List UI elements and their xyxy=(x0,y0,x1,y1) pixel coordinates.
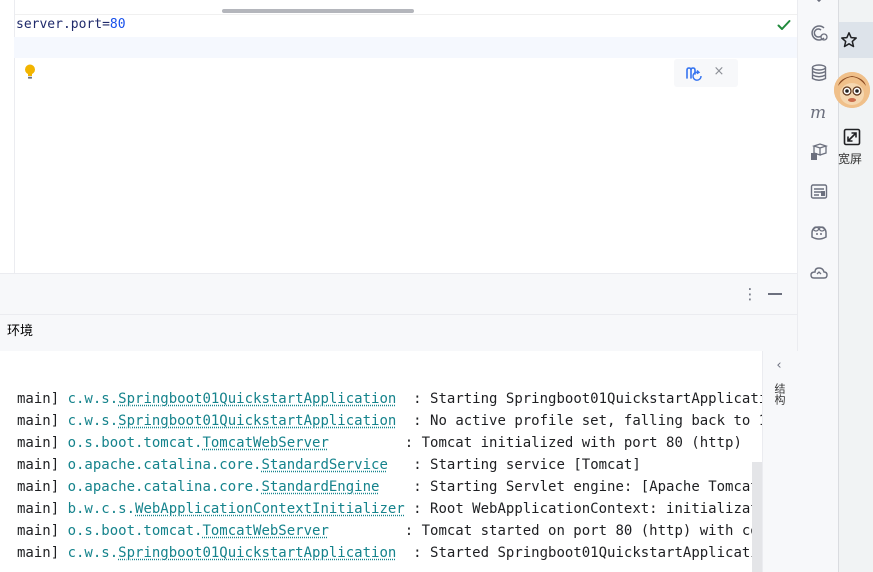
log-padding xyxy=(329,523,405,539)
tool-window-header xyxy=(0,274,797,314)
copilot-icon[interactable] xyxy=(809,222,829,242)
log-padding xyxy=(379,479,413,495)
log-class-link[interactable]: StandardService xyxy=(261,457,387,473)
star-icon[interactable] xyxy=(840,31,858,49)
log-message: : Starting Springboot01QuickstartApplica… xyxy=(413,391,762,407)
log-line: main] o.s.boot.tomcat.TomcatWebServer : … xyxy=(17,520,762,542)
log-package: c.w.s. xyxy=(67,545,119,561)
log-line: main] o.s.boot.tomcat.TomcatWebServer : … xyxy=(17,432,742,454)
maven-reload-icon[interactable] xyxy=(685,64,703,82)
log-package: o.s.boot.tomcat. xyxy=(67,435,203,451)
check-icon[interactable] xyxy=(776,17,792,33)
log-padding xyxy=(396,545,413,561)
maven-reload-popup xyxy=(674,59,738,87)
tool-window-tab-bar xyxy=(0,314,797,352)
log-padding xyxy=(329,435,405,451)
log-line: main] o.apache.catalina.core.StandardEng… xyxy=(17,476,762,498)
log-package: o.apache.catalina.core. xyxy=(67,479,262,495)
property-value: 80 xyxy=(109,17,126,32)
minimize-icon[interactable] xyxy=(768,293,782,295)
widescreen-icon[interactable] xyxy=(843,128,861,146)
current-line-highlight xyxy=(14,37,797,58)
structure-vertical-label[interactable]: 结构 xyxy=(773,383,786,405)
log-class-link[interactable]: Springboot01QuickstartApplication xyxy=(118,413,396,429)
avatar[interactable] xyxy=(834,72,870,108)
log-message: : No active profile set, falling back to… xyxy=(413,413,762,429)
dependencies-icon[interactable] xyxy=(809,142,829,162)
collapse-chevron-icon[interactable]: ‹ xyxy=(773,358,785,374)
log-message: : Tomcat initialized with port 80 (http) xyxy=(404,435,742,451)
widescreen-label[interactable]: 宽屏 xyxy=(838,151,862,167)
editor-gutter xyxy=(0,0,15,273)
log-class-link[interactable]: Springboot01QuickstartApplication xyxy=(118,545,396,561)
tab-environment[interactable]: 环境 xyxy=(7,323,33,341)
log-class-link[interactable]: TomcatWebServer xyxy=(202,435,328,451)
log-thread: main] xyxy=(17,501,68,517)
cloud-icon[interactable] xyxy=(809,263,829,283)
log-class-link[interactable]: TomcatWebServer xyxy=(202,523,328,539)
lightbulb-icon[interactable] xyxy=(22,63,38,81)
right-tool-stripe xyxy=(797,0,839,572)
log-package: b.w.c.s. xyxy=(67,501,136,517)
log-thread: main] xyxy=(17,523,68,539)
log-thread: main] xyxy=(17,479,68,495)
log-thread: main] xyxy=(17,545,68,561)
notifications-icon[interactable] xyxy=(809,182,829,202)
log-package: o.s.boot.tomcat. xyxy=(67,523,203,539)
partial-top-icon[interactable] xyxy=(809,0,829,12)
log-padding xyxy=(396,413,413,429)
code-line-1[interactable]: server.port=80 xyxy=(16,15,126,35)
log-padding xyxy=(405,501,413,517)
log-class-link[interactable]: WebApplicationContextInitializer xyxy=(135,501,405,517)
maven-icon[interactable]: m xyxy=(809,102,829,122)
log-line: main] c.w.s.Springboot01QuickstartApplic… xyxy=(17,388,762,410)
console-output[interactable]: main] c.w.s.Springboot01QuickstartApplic… xyxy=(0,351,762,572)
log-line: main] o.apache.catalina.core.StandardSer… xyxy=(17,454,641,476)
log-thread: main] xyxy=(17,413,68,429)
log-line: main] b.w.c.s.WebApplicationContextIniti… xyxy=(17,498,762,520)
log-class-link[interactable]: StandardEngine xyxy=(261,479,379,495)
log-package: o.apache.catalina.core. xyxy=(67,457,262,473)
log-message: : Started Springboot01QuickstartApplicat… xyxy=(413,545,762,561)
log-package: c.w.s. xyxy=(67,391,119,407)
log-thread: main] xyxy=(17,435,68,451)
log-class-link[interactable]: Springboot01QuickstartApplication xyxy=(118,391,396,407)
more-options-icon[interactable]: ⋮ xyxy=(742,285,758,303)
console-scrollbar[interactable] xyxy=(752,462,762,572)
log-line: main] c.w.s.Springboot01QuickstartApplic… xyxy=(17,542,762,564)
property-key: server.port= xyxy=(16,17,110,32)
log-package: c.w.s. xyxy=(67,413,119,429)
log-message: : Starting service [Tomcat] xyxy=(413,457,641,473)
svg-text:m: m xyxy=(810,103,826,122)
close-popup-button[interactable]: × xyxy=(712,62,726,82)
log-line: main] c.w.s.Springboot01QuickstartApplic… xyxy=(17,410,762,432)
log-padding xyxy=(396,391,413,407)
ai-assistant-icon[interactable] xyxy=(809,23,829,43)
log-message: : Tomcat started on port 80 (http) with … xyxy=(404,523,762,539)
log-thread: main] xyxy=(17,391,68,407)
log-padding xyxy=(388,457,413,473)
horizontal-scrollbar-thumb[interactable] xyxy=(222,9,414,13)
log-thread: main] xyxy=(17,457,68,473)
database-icon[interactable] xyxy=(809,63,829,83)
log-message: : Root WebApplicationContext: initializa… xyxy=(413,501,762,517)
log-message: : Starting Servlet engine: [Apache Tomca… xyxy=(413,479,762,495)
